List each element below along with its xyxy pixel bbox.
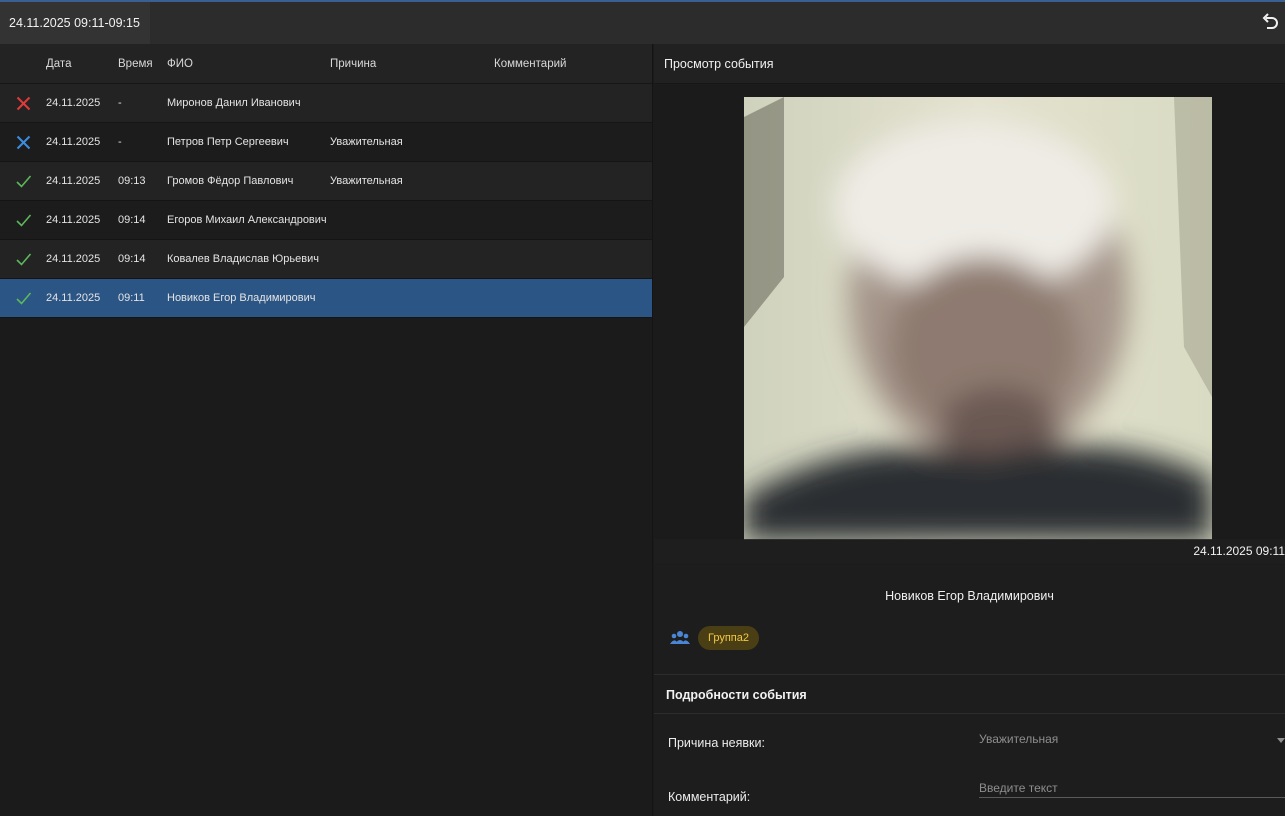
cell-name: Миронов Данил Иванович [167,97,301,109]
table-body: 24.11.2025- Миронов Данил Иванович 24.11.2… [0,84,652,318]
title-bar: 24.11.2025 09:11-09:15 [0,0,1285,44]
red-x-icon [15,95,32,112]
cell-date: 24.11.2025 [46,175,101,187]
cell-name: Егоров Михаил Александрович [167,214,327,226]
cell-date: 24.11.2025 [46,214,101,226]
reason-selected-value: Уважительная [979,732,1059,746]
green-check-icon [15,290,32,307]
table-row[interactable]: 24.11.2025 - Миронов Данил Иванович [0,84,652,123]
timestamp-bar: 24.11.2025 09:11 [654,539,1285,564]
blue-x-icon [15,134,32,151]
column-header-reason[interactable]: Причина [330,44,376,84]
cell-time: - [118,136,122,148]
event-details-title: Подробности события [654,674,1285,714]
table-row[interactable]: 24.11.2025 - Петров Петр Сергеевич Уважител… [0,123,652,162]
reason-dropdown[interactable]: Уважительная [979,732,1285,752]
group-icon [670,631,690,644]
event-view-title: Просмотр события [654,44,1285,84]
event-photo-area: 24.11.2025 09:11 [654,85,1285,565]
table-row[interactable]: 24.11.2025 09:11 Новиков Егор Владимирович [0,279,652,318]
event-view-panel: Просмотр события 24.11.2025 09:11 Новико… [654,44,1285,816]
event-timestamp: 24.11.2025 09:11 [1193,544,1285,558]
green-check-icon [15,212,32,229]
group-chip[interactable]: Группа2 [698,626,759,650]
attendance-table: Дата Время ФИО Причина Комментарий 24.11… [0,44,653,816]
cell-reason: Уважительная [330,136,403,148]
cell-name: Новиков Егор Владимирович [167,292,316,304]
cell-name: Громов Фёдор Павлович [167,175,294,187]
cell-name: Петров Петр Сергеевич [167,136,289,148]
cell-time: 09:14 [118,253,146,265]
comment-label: Комментарий: [668,790,751,804]
column-header-time[interactable]: Время [118,44,153,84]
green-check-icon [15,251,32,268]
cell-date: 24.11.2025 [46,97,101,109]
undo-icon [1262,13,1278,29]
cell-time: 09:11 [118,292,145,304]
table-row[interactable]: 24.11.2025 09:14 Ковалев Владислав Юрьевич [0,240,652,279]
column-header-name[interactable]: ФИО [167,44,193,84]
chevron-down-icon [1277,738,1285,743]
cell-date: 24.11.2025 [46,136,101,148]
column-header-comment[interactable]: Комментарий [494,44,566,84]
person-name: Новиков Егор Владимирович [885,589,1054,603]
reason-label: Причина неявки: [668,736,765,750]
cell-reason: Уважительная [330,175,403,187]
cell-time: 09:13 [118,175,146,187]
undo-button[interactable] [1259,12,1281,34]
column-header-date[interactable]: Дата [46,44,71,84]
cell-date: 24.11.2025 [46,253,101,265]
cell-time: 09:14 [118,214,146,226]
table-header: Дата Время ФИО Причина Комментарий [0,44,652,84]
event-photo[interactable] [744,97,1212,540]
green-check-icon [15,173,32,190]
comment-input[interactable] [979,778,1285,798]
table-row[interactable]: 24.11.2025 09:13 Громов Фёдор Павлович Уваж… [0,162,652,201]
window-title: 24.11.2025 09:11-09:15 [0,2,150,44]
table-row[interactable]: 24.11.2025 09:14 Егоров Михаил Александров… [0,201,652,240]
cell-name: Ковалев Владислав Юрьевич [167,253,319,265]
cell-time: - [118,97,122,109]
cell-date: 24.11.2025 [46,292,101,304]
